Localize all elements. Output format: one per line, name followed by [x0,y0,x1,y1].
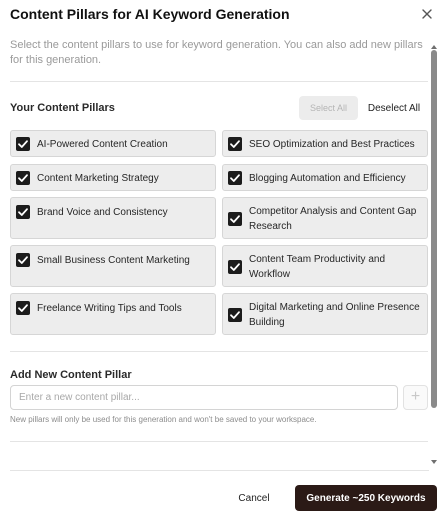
checkmark-icon [230,140,240,148]
pillar-item[interactable]: Content Marketing Strategy [10,164,216,191]
pillar-label: AI-Powered Content Creation [37,139,168,150]
checkbox-checked[interactable] [228,171,242,185]
pillar-item[interactable]: Blogging Automation and Efficiency [222,164,428,191]
content-pillars-dialog: Content Pillars for AI Keyword Generatio… [0,0,443,512]
checkmark-icon [18,208,28,216]
new-pillar-input[interactable] [10,385,398,410]
generate-keywords-button[interactable]: Generate ~250 Keywords [295,485,437,511]
dialog-body: Select the content pillars to use for ke… [0,34,430,466]
checkbox-checked[interactable] [16,301,30,315]
close-icon [422,9,432,19]
pillars-section-title: Your Content Pillars [10,102,115,114]
checkbox-checked[interactable] [228,260,242,274]
dialog-title: Content Pillars for AI Keyword Generatio… [10,6,290,22]
caret-down-icon [431,460,437,464]
pillar-item[interactable]: Small Business Content Marketing [10,245,216,287]
pillar-label: Freelance Writing Tips and Tools [37,303,182,314]
divider [10,441,428,442]
checkmark-icon [230,215,240,223]
pillar-label: Content Team Productivity and Workflow [249,254,386,280]
dialog-description: Select the content pillars to use for ke… [10,39,423,66]
deselect-all-button[interactable]: Deselect All [364,96,424,120]
dialog-header: Content Pillars for AI Keyword Generatio… [0,0,443,34]
scroll-up-arrow[interactable] [430,38,438,49]
divider [10,81,428,82]
checkmark-icon [18,304,28,312]
select-all-button[interactable]: Select All [299,96,358,120]
checkbox-checked[interactable] [228,137,242,151]
pillar-item[interactable]: Freelance Writing Tips and Tools [10,293,216,335]
checkmark-icon [230,311,240,319]
pillar-item[interactable]: Content Team Productivity and Workflow [222,245,428,287]
pillar-label: Brand Voice and Consistency [37,207,168,218]
pillar-item[interactable]: AI-Powered Content Creation [10,130,216,157]
checkmark-icon [18,174,28,182]
pillar-item[interactable]: Competitor Analysis and Content Gap Rese… [222,197,428,239]
scrollbar-thumb[interactable] [431,50,437,408]
pillar-label: Small Business Content Marketing [37,255,190,266]
pillar-item[interactable]: SEO Optimization and Best Practices [222,130,428,157]
pillar-item[interactable]: Digital Marketing and Online Presence Bu… [222,293,428,335]
scroll-down-arrow[interactable] [430,453,438,464]
checkmark-icon [18,140,28,148]
checkbox-checked[interactable] [228,212,242,226]
vertical-scrollbar[interactable] [429,38,439,466]
divider [10,351,428,352]
pillar-label: Competitor Analysis and Content Gap Rese… [249,206,417,232]
checkbox-checked[interactable] [16,137,30,151]
footer-divider [10,470,429,471]
checkmark-icon [18,256,28,264]
checkbox-checked[interactable] [16,171,30,185]
checkbox-checked[interactable] [16,205,30,219]
add-section-title: Add New Content Pillar [10,369,132,381]
add-pillar-hint: New pillars will only be used for this g… [10,415,317,424]
pillar-item[interactable]: Brand Voice and Consistency [10,197,216,239]
pillar-label: Digital Marketing and Online Presence Bu… [249,302,420,328]
pillar-label: SEO Optimization and Best Practices [249,139,415,150]
checkbox-checked[interactable] [228,308,242,322]
checkmark-icon [230,174,240,182]
pillar-label: Blogging Automation and Efficiency [249,173,406,184]
checkbox-checked[interactable] [16,253,30,267]
add-pillar-button[interactable]: + [403,385,428,410]
pillar-label: Content Marketing Strategy [37,173,159,184]
close-button[interactable] [419,6,435,22]
checkmark-icon [230,263,240,271]
cancel-button[interactable]: Cancel [226,486,282,510]
